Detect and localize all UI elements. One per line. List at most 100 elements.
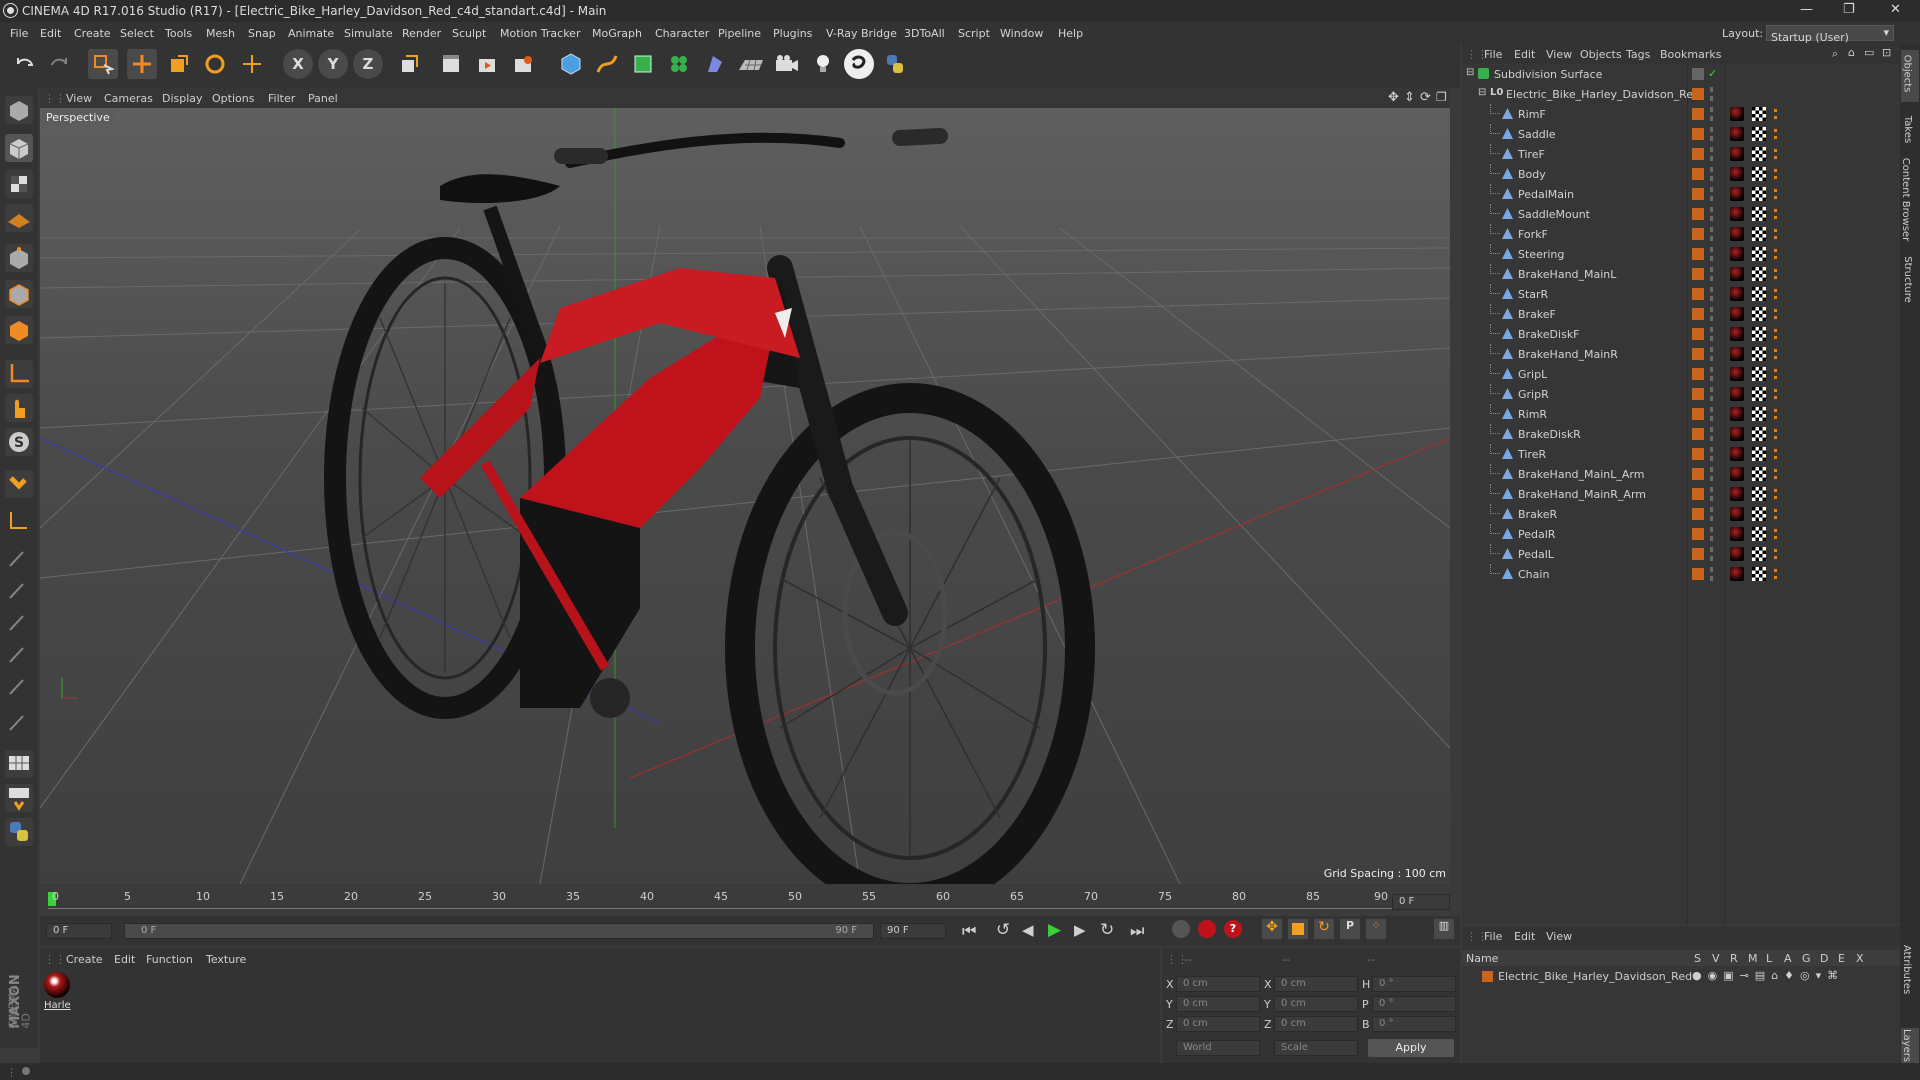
viewport-menu-view[interactable]: View xyxy=(66,92,92,105)
floor-button[interactable] xyxy=(736,49,766,79)
layer-swatch[interactable] xyxy=(1692,408,1704,420)
layer-color-swatch[interactable] xyxy=(1482,971,1493,982)
visibility-dots-icon[interactable] xyxy=(1710,527,1713,541)
menu-window[interactable]: Window xyxy=(1000,27,1043,40)
brush-tool-1[interactable] xyxy=(5,544,33,572)
python-script-button[interactable] xyxy=(5,818,33,846)
lm-menu-file[interactable]: File xyxy=(1484,930,1502,943)
coord-mode-select[interactable]: World xyxy=(1176,1040,1260,1056)
selection-tag-icon[interactable] xyxy=(1774,309,1784,319)
tree-item-child[interactable]: BrakeHand_MainR xyxy=(1462,344,1900,364)
close-icon[interactable]: ✕ xyxy=(1890,2,1901,17)
cube-button[interactable] xyxy=(556,49,586,79)
selection-tag-icon[interactable] xyxy=(1774,349,1784,359)
size-x-field[interactable]: 0 cm xyxy=(1274,976,1358,992)
layer-swatch[interactable] xyxy=(1692,308,1704,320)
visibility-dots-icon[interactable] xyxy=(1710,87,1713,101)
layer-swatch[interactable] xyxy=(1692,168,1704,180)
move-button[interactable] xyxy=(127,49,157,79)
selection-tag-icon[interactable] xyxy=(1774,529,1784,539)
material-tag-icon[interactable] xyxy=(1730,367,1744,381)
viewport-menu-display[interactable]: Display xyxy=(162,92,203,105)
visibility-dots-icon[interactable] xyxy=(1710,287,1713,301)
om-menu-edit[interactable]: Edit xyxy=(1514,48,1535,61)
uvw-tag-icon[interactable] xyxy=(1752,147,1766,161)
rot-p-field[interactable]: 0 ° xyxy=(1372,996,1456,1012)
selection-tag-icon[interactable] xyxy=(1774,169,1784,179)
tree-item-child[interactable]: TireR xyxy=(1462,444,1900,464)
visibility-dots-icon[interactable] xyxy=(1710,267,1713,281)
live-selection-button[interactable] xyxy=(88,49,118,79)
layer-swatch[interactable] xyxy=(1692,248,1704,260)
menu-sculpt[interactable]: Sculpt xyxy=(452,27,486,40)
layer-swatch[interactable] xyxy=(1692,368,1704,380)
tree-item-child[interactable]: RimF xyxy=(1462,104,1900,124)
menu-simulate[interactable]: Simulate xyxy=(344,27,393,40)
visibility-dots-icon[interactable] xyxy=(1710,327,1713,341)
uvw-tag-icon[interactable] xyxy=(1752,507,1766,521)
side-tab-objects[interactable]: Objects xyxy=(1901,55,1912,93)
material-tag-icon[interactable] xyxy=(1730,407,1744,421)
object-mode-button[interactable] xyxy=(5,134,33,162)
material-tag-icon[interactable] xyxy=(1730,147,1744,161)
menu-animate[interactable]: Animate xyxy=(288,27,334,40)
uvw-tag-icon[interactable] xyxy=(1752,447,1766,461)
menu-script[interactable]: Script xyxy=(958,27,990,40)
selection-tag-icon[interactable] xyxy=(1774,269,1784,279)
tree-item-child[interactable]: BrakeHand_MainR_Arm xyxy=(1462,484,1900,504)
mat-menu-texture[interactable]: Texture xyxy=(206,953,246,966)
uvw-tag-icon[interactable] xyxy=(1752,527,1766,541)
selection-tag-icon[interactable] xyxy=(1774,449,1784,459)
layer-swatch[interactable] xyxy=(1692,288,1704,300)
tree-item-child[interactable]: BrakeHand_MainL_Arm xyxy=(1462,464,1900,484)
tree-item-child[interactable]: ForkF xyxy=(1462,224,1900,244)
uvw-tag-icon[interactable] xyxy=(1752,387,1766,401)
material-tag-icon[interactable] xyxy=(1730,447,1744,461)
layer-swatch[interactable] xyxy=(1692,468,1704,480)
visibility-dots-icon[interactable] xyxy=(1710,567,1713,581)
polygons-mode-button[interactable] xyxy=(5,316,33,344)
material-tag-icon[interactable] xyxy=(1730,487,1744,501)
viewport-menu-panel[interactable]: Panel xyxy=(308,92,338,105)
selection-tag-icon[interactable] xyxy=(1774,389,1784,399)
menu-3dtoall[interactable]: 3DToAll xyxy=(904,27,945,40)
visibility-dots-icon[interactable] xyxy=(1710,147,1713,161)
brush-tool-4[interactable] xyxy=(5,640,33,668)
menu-select[interactable]: Select xyxy=(120,27,154,40)
menu-file[interactable]: File xyxy=(10,27,28,40)
visibility-dots-icon[interactable] xyxy=(1710,487,1713,501)
material-tag-icon[interactable] xyxy=(1730,507,1744,521)
tree-item-child[interactable]: TireF xyxy=(1462,144,1900,164)
material-tag-icon[interactable] xyxy=(1730,207,1744,221)
layer-swatch[interactable] xyxy=(1692,448,1704,460)
render-picture-viewer-button[interactable] xyxy=(472,49,502,79)
material-tag-icon[interactable] xyxy=(1730,187,1744,201)
visibility-dots-icon[interactable] xyxy=(1710,367,1713,381)
layout-select[interactable]: Startup (User) ▾ xyxy=(1766,25,1894,44)
layer-flag-icons[interactable]: ●◉▣⊸▤⌂♦◎▾⌘ xyxy=(1692,969,1844,982)
selection-tag-icon[interactable] xyxy=(1774,229,1784,239)
material-tag-icon[interactable] xyxy=(1730,127,1744,141)
uvw-tag-icon[interactable] xyxy=(1752,327,1766,341)
visibility-dots-icon[interactable] xyxy=(1710,387,1713,401)
material-tag-icon[interactable] xyxy=(1730,267,1744,281)
tree-item-child[interactable]: BrakeHand_MainL xyxy=(1462,264,1900,284)
menu-render[interactable]: Render xyxy=(402,27,441,40)
brush-tool-5[interactable] xyxy=(5,672,33,700)
menu-help[interactable]: Help xyxy=(1058,27,1083,40)
visibility-dots-icon[interactable] xyxy=(1710,167,1713,181)
uvw-tag-icon[interactable] xyxy=(1752,167,1766,181)
selection-tag-icon[interactable] xyxy=(1774,509,1784,519)
workplane-button[interactable] xyxy=(5,204,33,232)
menu-pipeline[interactable]: Pipeline xyxy=(718,27,761,40)
uvw-tag-icon[interactable] xyxy=(1752,267,1766,281)
uvw-tag-icon[interactable] xyxy=(1752,307,1766,321)
uvw-tag-icon[interactable] xyxy=(1752,547,1766,561)
collapse-icon[interactable]: ▭ xyxy=(1864,46,1874,59)
mat-menu-function[interactable]: Function xyxy=(146,953,193,966)
menu-motion-tracker[interactable]: Motion Tracker xyxy=(500,27,580,40)
selection-tag-icon[interactable] xyxy=(1774,209,1784,219)
size-mode-select[interactable]: Scale xyxy=(1274,1040,1358,1056)
mat-menu-create[interactable]: Create xyxy=(66,953,103,966)
tree-item-child[interactable]: BrakeDiskF xyxy=(1462,324,1900,344)
